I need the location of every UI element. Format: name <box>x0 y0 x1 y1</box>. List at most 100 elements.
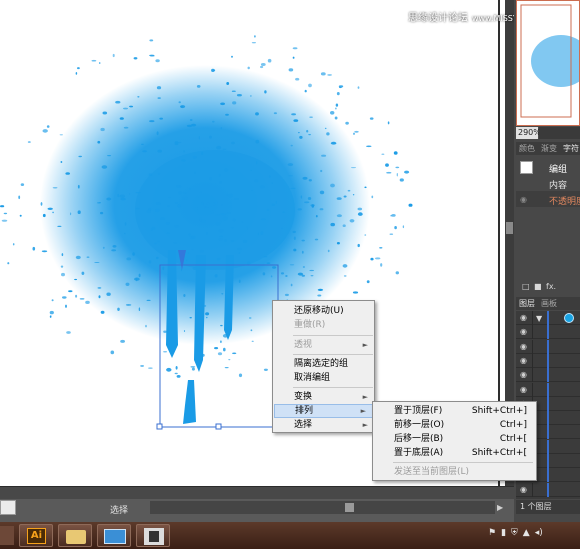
layer-target-icon[interactable] <box>564 313 574 323</box>
submenu-arrow-icon: ► <box>362 393 368 401</box>
visibility-eye-icon[interactable]: ◉ <box>520 327 530 336</box>
fill-swatch[interactable] <box>520 161 533 174</box>
fx-icon[interactable]: fx. <box>546 282 556 291</box>
tab-artboards[interactable]: 画板 <box>538 299 560 308</box>
lock-column[interactable] <box>532 339 533 354</box>
status-bar: 选择 ▶ <box>0 486 514 522</box>
submenu-arrow-icon: ► <box>362 341 368 349</box>
menu-item-ungroup[interactable]: 取消编组 <box>273 371 374 385</box>
scroll-right-arrow-icon[interactable]: ▶ <box>497 503 503 512</box>
menu-item-undo-move[interactable]: 还原移动(U) <box>273 304 374 318</box>
layer-expand-arrow-icon[interactable]: ▼ <box>536 314 542 323</box>
layer-color-bar <box>547 396 549 411</box>
menu-item-isolate-group[interactable]: 隔离选定的组 <box>273 357 374 371</box>
tray-shield-icon[interactable]: ⛨ <box>511 528 518 538</box>
screen-app-icon <box>104 529 126 544</box>
menu-item-label: 还原移动(U) <box>294 306 344 316</box>
lock-column[interactable] <box>532 382 533 397</box>
layer-color-bar <box>547 382 549 397</box>
lock-column[interactable] <box>532 325 533 340</box>
menu-shortcut: Shift+Ctrl+] <box>471 406 527 416</box>
visibility-eye-icon[interactable]: ◉ <box>520 370 530 379</box>
new-fill-icon[interactable]: ■ <box>534 282 542 291</box>
menu-item-select[interactable]: 选择 ► <box>273 418 374 432</box>
arrange-submenu: 置于顶层(F) Shift+Ctrl+] 前移一层(O) Ctrl+] 后移一层(B… <box>372 401 537 481</box>
tray-network-icon[interactable]: ▮ <box>501 528 506 538</box>
vertical-scroll-thumb[interactable] <box>506 222 513 234</box>
submenu-arrow-icon: ► <box>362 421 368 429</box>
layer-row[interactable]: ◉ <box>516 339 580 354</box>
layer-color-bar <box>547 325 549 340</box>
horizontal-scrollbar[interactable] <box>150 501 495 514</box>
tab-gradient[interactable]: 渐变 <box>538 144 560 153</box>
menu-separator <box>293 335 373 336</box>
tray-volume-icon[interactable]: ◂) <box>535 528 543 538</box>
tray-flag-icon[interactable]: ⚑ <box>488 528 496 538</box>
new-stroke-icon[interactable]: □ <box>522 282 530 291</box>
appearance-group-label: 编组 <box>549 165 568 175</box>
layer-row[interactable]: ◉ <box>516 325 580 340</box>
appearance-footer: □ ■ fx. <box>516 282 580 294</box>
tab-layers[interactable]: 图层 <box>516 299 538 308</box>
tab-character[interactable]: 字符 <box>560 144 580 153</box>
menu-item-arrange[interactable]: 排列 ► <box>274 404 373 418</box>
lock-column[interactable] <box>532 311 533 325</box>
visibility-eye-icon[interactable]: ◉ <box>520 356 530 365</box>
status-tool-label: 选择 <box>110 506 129 516</box>
illustrator-app-icon: Ai <box>27 528 46 544</box>
menu-item-send-backward[interactable]: 后移一层(B) Ctrl+[ <box>373 432 536 446</box>
menu-item-label: 变换 <box>294 392 313 402</box>
layer-color-bar <box>547 368 549 383</box>
context-menu: 还原移动(U) 重做(R) 透视 ► 隔离选定的组 取消编组 变换 ► 排列 ► 选择… <box>272 300 375 433</box>
layer-row[interactable]: ◉ <box>516 382 580 397</box>
folder-icon <box>66 530 86 544</box>
menu-separator <box>393 462 533 463</box>
menu-item-send-to-back[interactable]: 置于底层(A) Shift+Ctrl+[ <box>373 446 536 460</box>
taskbar-explorer-button[interactable] <box>58 524 92 547</box>
taskbar-photo-button[interactable] <box>136 524 170 547</box>
menu-item-label: 前移一层(O) <box>394 420 445 430</box>
menu-item-label: 透视 <box>294 340 313 350</box>
menu-item-bring-to-front[interactable]: 置于顶层(F) Shift+Ctrl+] <box>373 404 536 418</box>
horizontal-scroll-thumb[interactable] <box>345 503 354 512</box>
opacity-visibility-icon[interactable]: ◉ <box>520 195 527 204</box>
menu-item-label: 重做(R) <box>294 320 326 330</box>
menu-item-transform[interactable]: 变换 ► <box>273 390 374 404</box>
menu-item-send-to-current-layer: 发送至当前图层(L) <box>373 465 536 479</box>
watermark-cn: 思缘设计论坛 <box>408 13 468 24</box>
tray-ime-icon[interactable]: ▲ <box>523 528 530 538</box>
layers-count: 1 个图层 <box>516 500 580 514</box>
menu-shortcut: Ctrl+[ <box>499 434 527 444</box>
taskbar-illustrator-button[interactable]: Ai <box>19 524 53 547</box>
appearance-content-label[interactable]: 内容 <box>549 178 567 191</box>
layer-row[interactable]: ◉ <box>516 368 580 383</box>
attributes-tabs: 颜色 渐变 字符 <box>516 142 580 155</box>
taskbar-screen-button[interactable] <box>97 524 131 547</box>
visibility-eye-icon[interactable]: ◉ <box>520 385 530 394</box>
visibility-eye-icon[interactable]: ◉ <box>520 342 530 351</box>
layer-color-bar <box>547 425 549 440</box>
taskbar-start-edge[interactable] <box>0 526 14 545</box>
navigator-preview[interactable] <box>516 0 580 126</box>
photo-app-icon <box>144 528 164 545</box>
menu-separator <box>293 354 373 355</box>
navigator-zoom-slider[interactable] <box>539 127 580 139</box>
status-strip <box>0 486 514 499</box>
layer-color-bar <box>547 439 549 454</box>
navigator-zoom-field[interactable]: 290% <box>516 127 541 139</box>
layer-color-bar <box>547 311 549 325</box>
opacity-label[interactable]: 不透明度 <box>549 194 580 207</box>
menu-separator <box>293 387 373 388</box>
visibility-eye-icon[interactable]: ◉ <box>520 485 530 494</box>
lock-column[interactable] <box>532 353 533 368</box>
visibility-eye-icon[interactable]: ◉ <box>520 313 530 322</box>
status-dropdown[interactable] <box>0 500 16 515</box>
layer-row[interactable]: ◉ <box>516 353 580 368</box>
lock-column[interactable] <box>532 482 533 497</box>
layer-color-bar <box>547 339 549 354</box>
layer-row[interactable]: ◉ <box>516 482 580 497</box>
menu-item-bring-forward[interactable]: 前移一层(O) Ctrl+] <box>373 418 536 432</box>
tab-color[interactable]: 颜色 <box>516 144 538 153</box>
menu-shortcut: Ctrl+] <box>499 420 527 430</box>
lock-column[interactable] <box>532 368 533 383</box>
